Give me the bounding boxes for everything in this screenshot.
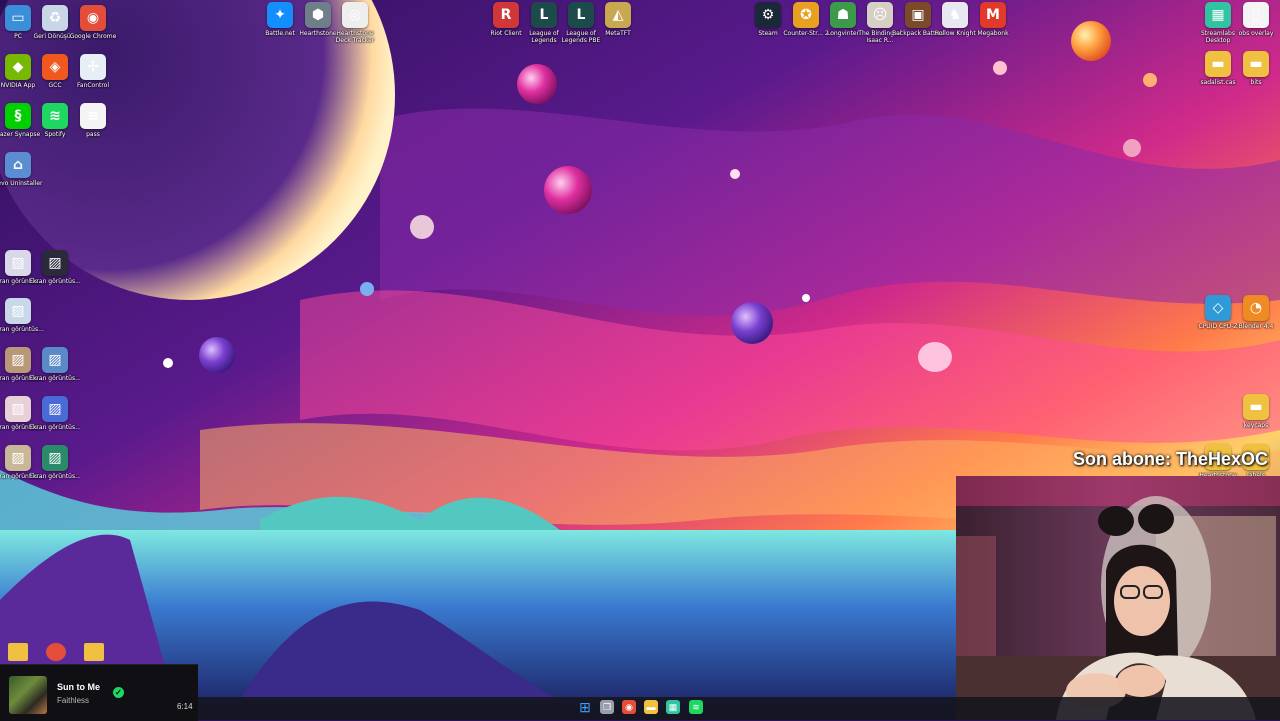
image-file-icon: ▨	[42, 445, 68, 471]
riot-icon: R	[493, 2, 519, 28]
desktop-icon-label: Megabonk	[977, 30, 1009, 37]
task-view-icon[interactable]: ❐	[600, 700, 614, 714]
windows-start-icon[interactable]: ⊞	[578, 699, 592, 715]
folder-icon: ▬	[1205, 51, 1231, 77]
isaac-icon: ☹	[867, 2, 893, 28]
chrome-icon[interactable]: ◉	[622, 700, 636, 714]
desktop-icon[interactable]: ▬ keycaps	[1229, 394, 1280, 429]
latest-subscriber-overlay: Son abone: TheHexOC	[1073, 449, 1269, 469]
desktop-icon-label: Ekran görüntüs...	[29, 375, 81, 382]
image-file-icon: ▨	[42, 250, 68, 276]
hollow-knight-icon: ♞	[942, 2, 968, 28]
image-file-icon: ▨	[42, 396, 68, 422]
steam-icon: ⚙	[755, 2, 781, 28]
streamlabs-icon: ▦	[1205, 2, 1231, 28]
desktop-icon[interactable]: ▬ bits	[1229, 51, 1280, 86]
folder-icon[interactable]	[84, 643, 104, 661]
desktop-icon-label: Ekran görüntüs...	[29, 473, 81, 480]
text-file-icon: ≡	[80, 103, 106, 129]
desktop-icon[interactable]: M Megabonk	[966, 2, 1020, 37]
gcc-icon: ◈	[42, 54, 68, 80]
spotify-icon[interactable]: ≋	[689, 700, 703, 714]
file-icon: ▯	[1243, 2, 1269, 28]
desktop-icon-label: Ekran görüntüs...	[29, 424, 81, 431]
desktop-icon[interactable]: ▯ obs overlay	[1229, 2, 1280, 37]
desktop-icon[interactable]: ▨ Ekran görüntüs...	[28, 347, 82, 382]
image-file-icon: ▨	[42, 347, 68, 373]
desktop-icon-label: Google Chrome	[69, 33, 117, 40]
desktop-icon-label: FanControl	[76, 82, 110, 89]
desktop-icon[interactable]: ▨ Ekran görüntüs...	[0, 298, 45, 333]
recycle-bin-icon: ♻	[42, 5, 68, 31]
desktop-icon-label: Hearthstone Deck Tracker	[335, 30, 375, 44]
desktop-icon[interactable]: ⌂ Revo Uninstaller	[0, 152, 45, 187]
desktop-icon[interactable]: ◭ MetaTFT	[591, 2, 645, 37]
webcam-feed	[956, 476, 1280, 720]
desktop-icon-label: Revo Uninstaller	[0, 180, 43, 187]
file-explorer-icon[interactable]: ▬	[644, 700, 658, 714]
now-playing-widget[interactable]: Sun to Me Faithless ✓ 6:14	[0, 664, 198, 721]
revo-icon: ⌂	[5, 152, 31, 178]
folder-icon: ▬	[1243, 394, 1269, 420]
desktop-icon[interactable]: ✢ FanControl	[66, 54, 120, 89]
track-title: Sun to Me	[57, 682, 100, 692]
fan-icon: ✢	[80, 54, 106, 80]
desktop-icon-label: Ekran görüntüs...	[29, 278, 81, 285]
desktop-icon[interactable]: ▨ Ekran görüntüs...	[28, 445, 82, 480]
track-time: 6:14	[177, 702, 193, 711]
desktop-icon[interactable]: ◔ Blender 4.4	[1229, 295, 1280, 330]
spotify-icon: ≋	[42, 103, 68, 129]
megabonk-icon: M	[980, 2, 1006, 28]
chrome-icon: ◉	[80, 5, 106, 31]
image-file-icon: ▨	[5, 298, 31, 324]
desktop-icon-label: bits	[1250, 79, 1262, 86]
desktop-icon[interactable]: ▨ Ekran görüntüs...	[28, 396, 82, 431]
track-artist: Faithless	[57, 696, 90, 705]
desktop-icon-label: Ekran görüntüs...	[0, 326, 44, 333]
saved-check-icon[interactable]: ✓	[113, 687, 124, 698]
blender-icon: ◔	[1243, 295, 1269, 321]
desktop-icon-label: obs overlay	[1238, 30, 1274, 37]
desktop-icon-label: Blender 4.4	[1238, 323, 1274, 330]
metatft-icon: ◭	[605, 2, 631, 28]
desktop-icon-label: MetaTFT	[605, 30, 631, 37]
desktop-icon[interactable]: ◉ Google Chrome	[66, 5, 120, 40]
desktop-icon-label: keycaps	[1243, 422, 1269, 429]
battlenet-icon: ✦	[267, 2, 293, 28]
folder-icon[interactable]	[8, 643, 28, 661]
desktop-icon[interactable]: ≡ pass	[66, 103, 120, 138]
folder-icon: ▬	[1243, 51, 1269, 77]
streamlabs-icon[interactable]: ▦	[666, 700, 680, 714]
cpuz-icon: ◇	[1205, 295, 1231, 321]
deck-tracker-icon: ◎	[342, 2, 368, 28]
chrome-icon[interactable]	[46, 643, 66, 661]
album-art	[9, 676, 47, 714]
desktop-icon-label: pass	[86, 131, 100, 138]
desktop-icon[interactable]: ▨ Ekran görüntüs...	[28, 250, 82, 285]
desktop-icon[interactable]: ◎ Hearthstone Deck Tracker	[328, 2, 382, 44]
